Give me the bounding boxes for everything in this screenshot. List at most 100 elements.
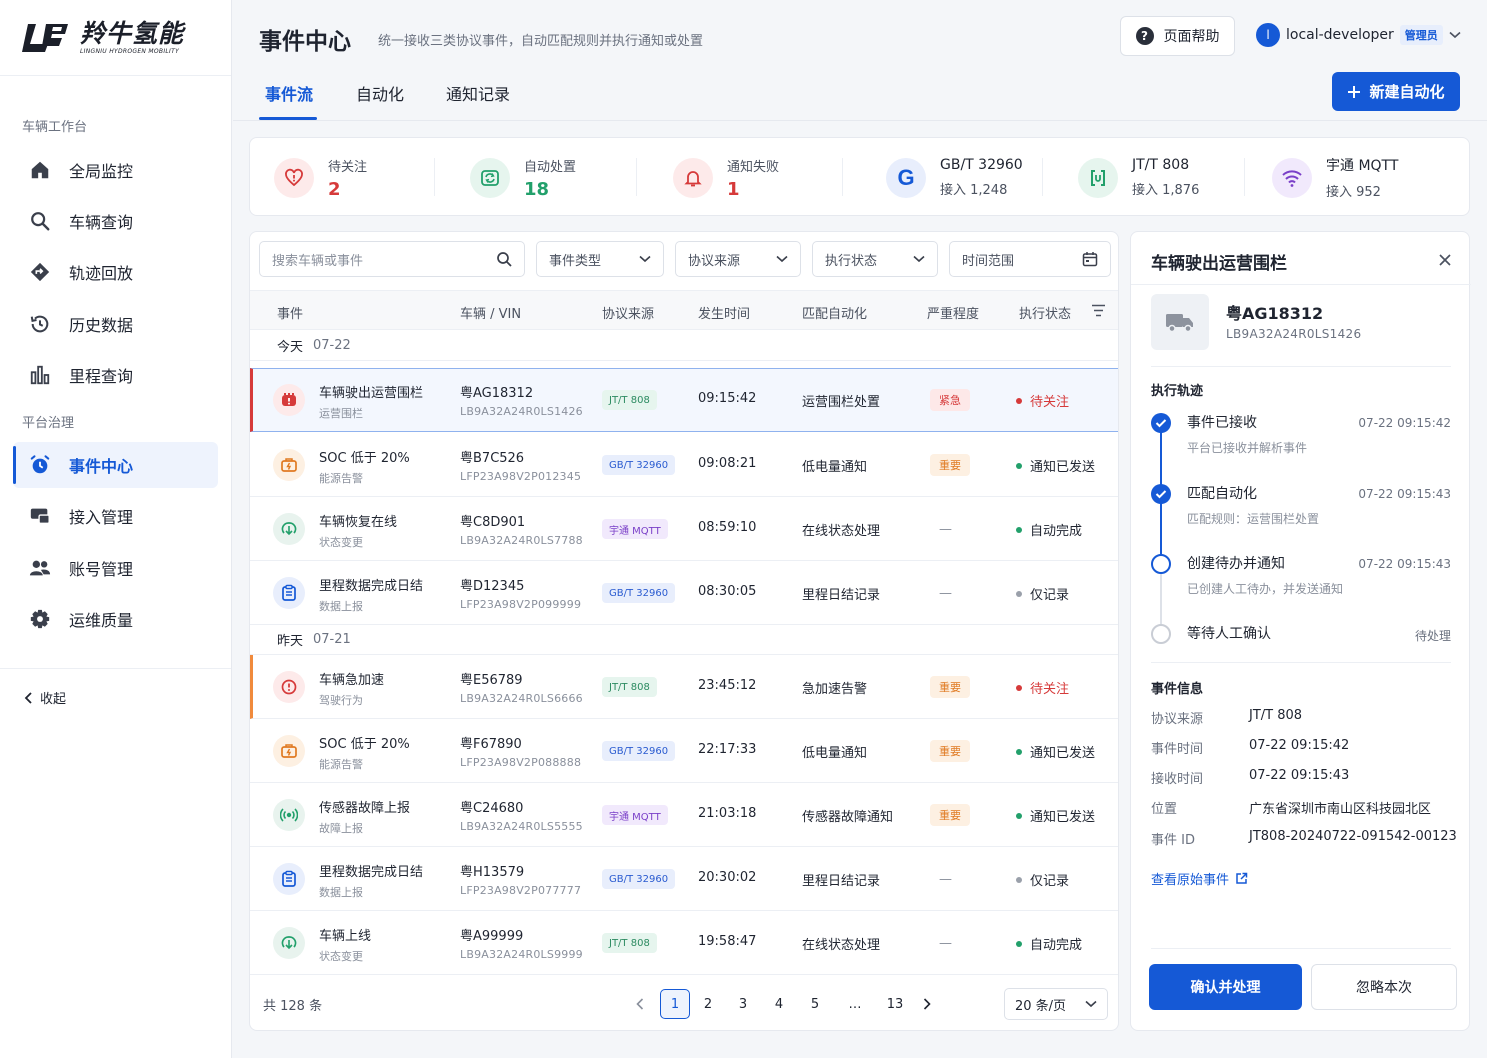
sidebar-item-event-center[interactable]: 事件中心 xyxy=(13,442,218,488)
sidebar-item-history[interactable]: 历史数据 xyxy=(13,301,218,347)
stat-protocol-jtt[interactable]: JT/T 808 接入 1,876 xyxy=(1078,138,1199,217)
exec-status-select[interactable]: 执行状态 xyxy=(812,241,938,277)
sidebar-item-access[interactable]: 接入管理 xyxy=(13,493,218,539)
severity-badge: — xyxy=(939,935,952,951)
user-name: local-developer xyxy=(1286,27,1394,43)
tab-notification-log[interactable]: 通知记录 xyxy=(446,81,510,105)
page-button-13[interactable]: 13 xyxy=(880,989,910,1019)
page-button-4[interactable]: 4 xyxy=(764,989,794,1019)
chevron-left-icon xyxy=(636,998,644,1010)
table-row[interactable]: 车辆恢复在线 状态变更 粤C8D901 LB9A32A24R0LS7788 宇通… xyxy=(250,497,1118,561)
page-subtitle: 统一接收三类协议事件，自动匹配规则并执行通知或处置 xyxy=(378,34,704,49)
time-range-picker[interactable]: 时间范围 xyxy=(949,241,1111,277)
timeline-step-title: 事件已接收 xyxy=(1187,415,1257,431)
table-row[interactable]: 车辆驶出运营围栏 运营围栏 粤AG18312 LB9A32A24R0LS1426… xyxy=(250,368,1118,432)
group-date: 07-22 xyxy=(313,338,351,353)
chevron-down-icon xyxy=(1449,31,1461,39)
event-table-card: 搜索车辆或事件 事件类型 协议来源 执行状态 时间范围 事件 车辆 / VIN … xyxy=(249,231,1119,1031)
stat-divider xyxy=(636,158,637,196)
info-value: 07-22 09:15:43 xyxy=(1249,768,1350,783)
nav-section-vehicle: 车辆工作台 xyxy=(22,120,88,135)
matched-automation: 里程日结记录 xyxy=(802,874,881,889)
vehicle-plate: 粤H13579 xyxy=(460,865,525,880)
vehicle-plate: 粤E56789 xyxy=(460,673,523,688)
page-button-2[interactable]: 2 xyxy=(693,989,723,1019)
status-dot xyxy=(1016,397,1022,404)
view-raw-event-link[interactable]: 查看原始事件 xyxy=(1151,869,1248,888)
timeline-step-title: 等待人工确认 xyxy=(1187,626,1271,642)
bar-chart-icon xyxy=(30,365,50,385)
column-settings-icon[interactable] xyxy=(1091,304,1106,317)
event-title: 里程数据完成日结 xyxy=(319,579,424,594)
protocol-badge: JT/T 808 xyxy=(602,933,657,953)
event-subtype: 状态变更 xyxy=(319,950,363,963)
table-row[interactable]: SOC 低于 20% 能源告警 粤F67890 LFP23A98V2P08888… xyxy=(250,719,1118,783)
brand-name: 羚牛氢能 xyxy=(80,19,185,48)
sidebar-item-track-replay[interactable]: 轨迹回放 xyxy=(13,249,218,295)
detail-vin: LB9A32A24R0LS1426 xyxy=(1226,327,1362,341)
user-menu[interactable]: l local-developer 管理员 xyxy=(1256,23,1461,47)
collapse-sidebar-button[interactable]: 收起 xyxy=(24,688,66,707)
tab-event-stream[interactable]: 事件流 xyxy=(265,81,313,105)
table-row[interactable]: 里程数据完成日结 数据上报 粤D12345 LFP23A98V2P099999 … xyxy=(250,561,1118,625)
ignore-button[interactable]: 忽略本次 xyxy=(1311,964,1457,1010)
protocol-badge: 宇通 MQTT xyxy=(602,519,668,539)
protocol-badge: GB/T 32960 xyxy=(602,583,676,603)
matched-automation: 低电量通知 xyxy=(802,746,868,761)
protocol-access-count: 接入 952 xyxy=(1326,185,1381,200)
help-label: 页面帮助 xyxy=(1163,29,1220,45)
brand-logo[interactable]: 羚牛氢能 LINGNIU HYDROGEN MOBILITY xyxy=(0,0,231,76)
page-button-1[interactable]: 1 xyxy=(660,989,690,1019)
timeline-line xyxy=(1160,432,1162,485)
status-dot xyxy=(1016,684,1022,691)
stat-auto[interactable]: 自动处置 18 xyxy=(470,138,576,217)
heart-alert-icon xyxy=(274,157,314,198)
timeline-step-title: 创建待办并通知 xyxy=(1187,556,1285,572)
bell-icon xyxy=(673,157,713,198)
event-subtype: 状态变更 xyxy=(319,536,363,549)
sidebar: 羚牛氢能 LINGNIU HYDROGEN MOBILITY 车辆工作台 全局监… xyxy=(0,0,232,1058)
exec-status: 通知已发送 xyxy=(1016,742,1095,761)
stat-protocol-gbt[interactable]: G GB/T 32960 接入 1,248 xyxy=(886,138,1023,217)
close-icon[interactable] xyxy=(1435,250,1455,270)
tab-automation[interactable]: 自动化 xyxy=(356,81,404,105)
matched-automation: 在线状态处理 xyxy=(802,938,881,953)
page-ellipsis[interactable]: … xyxy=(840,989,870,1019)
confirm-handle-button[interactable]: 确认并处理 xyxy=(1149,964,1302,1010)
new-automation-button[interactable]: 新建自动化 xyxy=(1332,72,1460,111)
sidebar-item-label: 账号管理 xyxy=(69,560,134,579)
page-size-select[interactable]: 20 条/页 xyxy=(1004,988,1108,1020)
current-step-icon xyxy=(1151,554,1171,574)
calendar-icon xyxy=(1082,252,1098,267)
protocol-source-select[interactable]: 协议来源 xyxy=(675,241,801,277)
search-input[interactable]: 搜索车辆或事件 xyxy=(259,241,525,277)
sidebar-item-overview[interactable]: 全局监控 xyxy=(13,147,218,193)
exec-status: 待关注 xyxy=(1016,678,1069,697)
protocol-access-count: 接入 1,248 xyxy=(940,183,1008,198)
help-button[interactable]: ? 页面帮助 xyxy=(1120,16,1235,56)
stat-notify-fail[interactable]: 通知失败 1 xyxy=(673,138,779,217)
sidebar-item-label: 事件中心 xyxy=(69,457,134,476)
sidebar-item-mileage[interactable]: 里程查询 xyxy=(13,352,218,398)
prev-page-button[interactable] xyxy=(625,989,655,1019)
sidebar-item-ops-quality[interactable]: 运维质量 xyxy=(13,596,218,642)
tab-bar: 事件流 自动化 通知记录 xyxy=(233,76,1487,121)
exec-status: 通知已发送 xyxy=(1016,806,1095,825)
stat-pending[interactable]: 待关注 2 xyxy=(274,138,367,217)
sidebar-item-vehicle-query[interactable]: 车辆查询 xyxy=(13,198,218,244)
info-title: 事件信息 xyxy=(1151,682,1204,697)
page-button-3[interactable]: 3 xyxy=(728,989,758,1019)
table-row[interactable]: 车辆上线 状态变更 粤A99999 LB9A32A24R0LS9999 JT/T… xyxy=(250,911,1118,975)
page-button-5[interactable]: 5 xyxy=(800,989,830,1019)
table-row[interactable]: 传感器故障上报 故障上报 粤C24680 LB9A32A24R0LS5555 宇… xyxy=(250,783,1118,847)
event-type-select[interactable]: 事件类型 xyxy=(536,241,664,277)
table-row[interactable]: 车辆急加速 驾驶行为 粤E56789 LB9A32A24R0LS6666 JT/… xyxy=(250,655,1118,719)
collapse-label: 收起 xyxy=(40,692,67,707)
event-subtype: 数据上报 xyxy=(319,600,363,613)
table-row[interactable]: SOC 低于 20% 能源告警 粤B7C526 LFP23A98V2P01234… xyxy=(250,433,1118,497)
table-row[interactable]: 里程数据完成日结 数据上报 粤H13579 LFP23A98V2P077777 … xyxy=(250,847,1118,911)
next-page-button[interactable] xyxy=(912,989,942,1019)
sidebar-item-accounts[interactable]: 账号管理 xyxy=(13,545,218,591)
stat-protocol-mqtt[interactable]: 宇通 MQTT 接入 952 xyxy=(1272,138,1398,217)
severity-badge: — xyxy=(939,585,952,601)
